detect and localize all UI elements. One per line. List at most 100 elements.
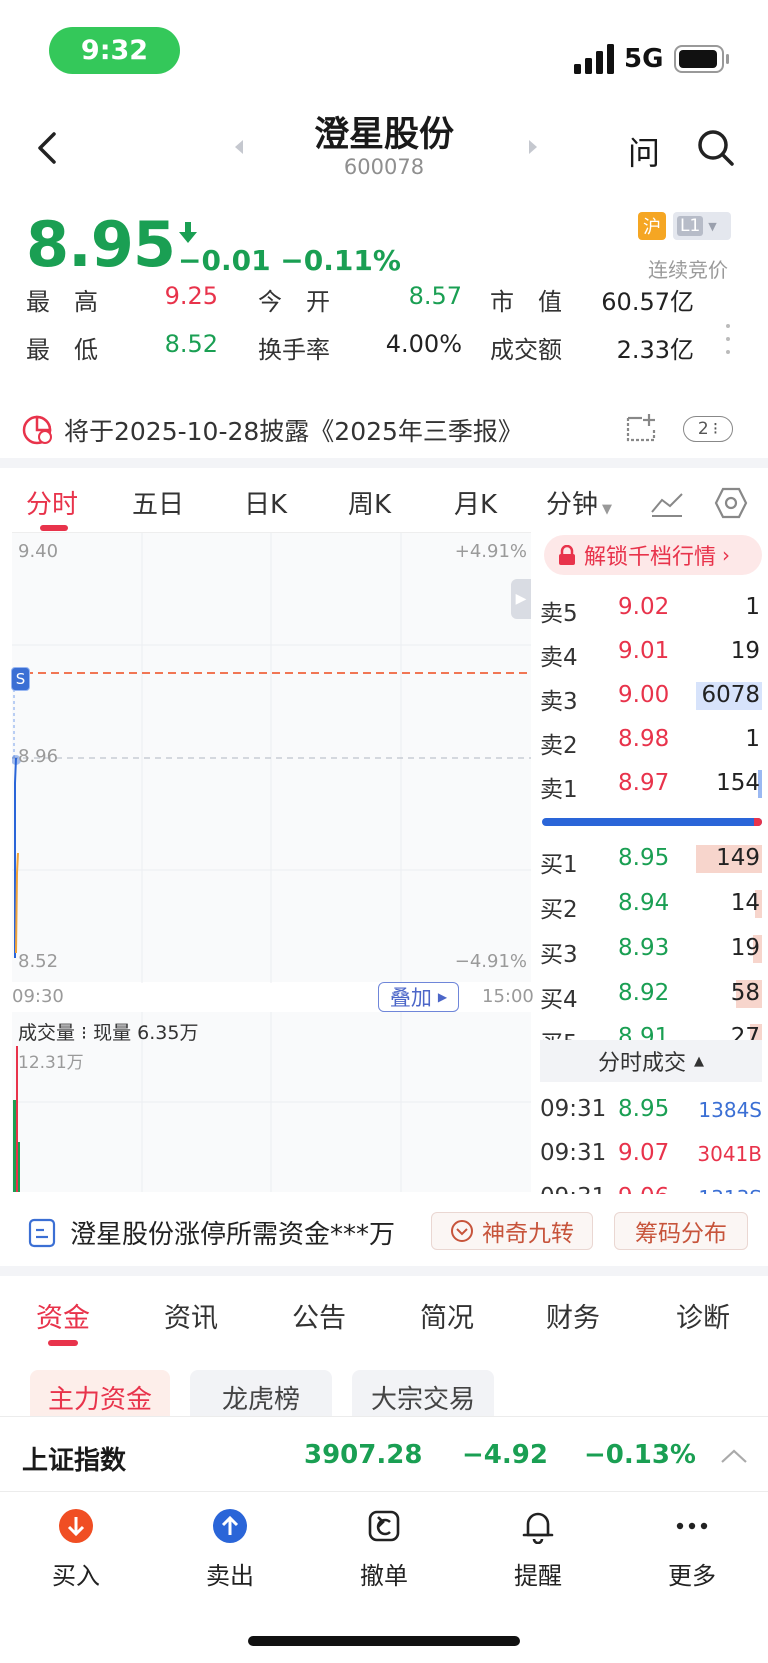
bid-volume: 14: [730, 890, 760, 916]
ask-row-5[interactable]: 卖5 9.02 1: [540, 586, 762, 630]
search-icon[interactable]: [696, 128, 736, 168]
ask-button[interactable]: 问: [628, 128, 660, 174]
level-badge-label: L1: [677, 216, 704, 236]
cancel-order-label: 撤单: [360, 1562, 408, 1590]
trade-time: 09:31: [540, 1184, 606, 1194]
stat-value-high: 9.25: [164, 282, 218, 310]
trade-volume: 3041B: [697, 1142, 762, 1166]
trade-time: 09:31: [540, 1140, 607, 1166]
arrow-down-circle-icon: [59, 1509, 93, 1543]
tab-financials[interactable]: 财务: [546, 1296, 600, 1335]
trade-price: 8.95: [618, 1096, 670, 1122]
ask-label: 卖2: [540, 733, 578, 759]
bid-row-3[interactable]: 买3 8.93 19: [540, 927, 762, 971]
change-amount: −0.01: [178, 244, 271, 277]
bid-row-5-clip: 买5 8.91 27: [540, 1016, 762, 1040]
bid-volume: 149: [716, 845, 760, 871]
tab-five-day[interactable]: 五日: [132, 484, 184, 521]
network-type: 5G: [624, 44, 664, 74]
notice-count-badge[interactable]: 2 ⁝: [683, 416, 733, 442]
settings-icon[interactable]: [714, 486, 748, 520]
caret-down-icon: ▼: [602, 502, 613, 517]
home-indicator[interactable]: [248, 1636, 520, 1646]
chip-distribution-button[interactable]: 筹码分布: [614, 1212, 748, 1250]
overlay-button[interactable]: 叠加 ▶: [378, 982, 459, 1012]
stat-value-market-cap: 60.57亿: [601, 288, 694, 316]
tab-funds[interactable]: 资金: [36, 1296, 90, 1335]
add-reminder-icon[interactable]: [624, 412, 658, 444]
stat-label-low: 最 低: [26, 336, 98, 364]
trade-volume: 1313S: [698, 1186, 762, 1194]
ask-price: 9.00: [618, 682, 670, 708]
magic-nine-button[interactable]: 神奇九转: [431, 1212, 593, 1250]
stat-value-low: 8.52: [164, 330, 218, 358]
ask-label: 卖1: [540, 777, 578, 803]
buy-label: 买入: [52, 1562, 100, 1590]
chevron-right-icon: ›: [722, 543, 731, 567]
stat-value-amount: 2.33亿: [616, 336, 694, 364]
bid-price: 8.94: [618, 890, 670, 916]
chart-canvas: [12, 533, 531, 983]
time-axis-start: 09:30: [12, 986, 64, 1007]
tab-monthly-k[interactable]: 月K: [454, 484, 497, 521]
more-stats-icon[interactable]: [724, 322, 732, 356]
ask-row-2[interactable]: 卖2 8.98 1: [540, 718, 762, 762]
unlock-depth-button[interactable]: 解锁千档行情 ›: [544, 535, 762, 575]
arrow-up-circle-icon: [213, 1509, 247, 1543]
bid-volume: 27: [730, 1024, 760, 1040]
ask-volume: 1: [745, 726, 760, 752]
bid-price: 8.91: [618, 1024, 670, 1040]
caret-down-icon: ▼: [708, 219, 717, 233]
price-axis-top: 9.40: [18, 541, 59, 562]
tab-minute[interactable]: 分钟 ▼: [546, 484, 612, 521]
lock-icon: [559, 545, 575, 565]
tab-weekly-k[interactable]: 周K: [348, 484, 391, 521]
section-divider: [0, 458, 768, 468]
trade-row: 09:31 8.95 1384S: [540, 1090, 762, 1130]
tab-profile[interactable]: 简况: [420, 1296, 474, 1335]
more-button[interactable]: 更多: [642, 1508, 742, 1598]
tab-daily-k[interactable]: 日K: [244, 484, 287, 521]
trade-volume: 1384S: [698, 1098, 762, 1122]
chevron-up-icon[interactable]: [720, 1448, 748, 1464]
trades-header-label: 分时成交: [597, 1051, 686, 1076]
sell-button[interactable]: 卖出: [180, 1508, 280, 1598]
time-axis-end: 15:00: [482, 986, 534, 1007]
alert-button[interactable]: 提醒: [488, 1508, 588, 1598]
tab-diagnosis[interactable]: 诊断: [676, 1296, 730, 1335]
tab-announcements[interactable]: 公告: [292, 1296, 346, 1335]
intraday-chart[interactable]: S ▶ 9.40 8.96 8.52 +4.91% −4.91%: [11, 532, 531, 983]
trade-time: 09:31: [540, 1096, 607, 1122]
signal-icon: [574, 44, 614, 74]
buy-button[interactable]: 买入: [26, 1508, 126, 1598]
bid-row-4[interactable]: 买4 8.92 58: [540, 972, 762, 1016]
trades-header[interactable]: 分时成交 ▲: [540, 1040, 762, 1082]
trade-row: 09:31 9.06 1313S: [540, 1178, 762, 1194]
sell-label: 卖出: [206, 1562, 254, 1590]
disclosure-notice[interactable]: 将于2025-10-28披露《2025年三季报》: [64, 412, 523, 448]
bid-ask-ratio-bar: [542, 818, 762, 826]
ask-volume: 154: [716, 770, 760, 796]
bid-row-1[interactable]: 买1 8.95 149: [540, 837, 762, 881]
price-axis-mid: 8.96: [18, 746, 59, 767]
next-stock-icon[interactable]: [527, 138, 539, 156]
volume-label: 成交量 ⁝ 现量 6.35万: [18, 1022, 199, 1044]
limit-up-funds-text[interactable]: 澄星股份涨停所需资金***万: [70, 1214, 395, 1251]
ask-row-1[interactable]: 卖1 8.97 154: [540, 762, 762, 806]
trade-row-clip: 09:31 9.06 1313S: [540, 1178, 762, 1194]
tab-intraday[interactable]: 分时: [26, 484, 78, 521]
ask-row-3[interactable]: 卖3 9.00 6078: [540, 674, 762, 718]
sell-marker[interactable]: S: [11, 667, 30, 691]
ask-row-4[interactable]: 卖4 9.01 19: [540, 630, 762, 674]
tab-news[interactable]: 资讯: [164, 1296, 218, 1335]
ask-label: 卖5: [540, 601, 578, 627]
level-selector[interactable]: L1 ▼: [673, 212, 731, 240]
cancel-order-button[interactable]: 撤单: [334, 1508, 434, 1598]
price-change: −0.01 −0.11%: [178, 244, 401, 277]
bid-row-5[interactable]: 买5 8.91 27: [540, 1016, 762, 1040]
indicator-icon[interactable]: [650, 488, 684, 518]
expand-panel-handle[interactable]: ▶: [511, 579, 531, 619]
bid-row-2[interactable]: 买2 8.94 14: [540, 882, 762, 926]
more-dots-icon: [676, 1522, 708, 1530]
ratio-bar-ask-part: [754, 818, 762, 826]
